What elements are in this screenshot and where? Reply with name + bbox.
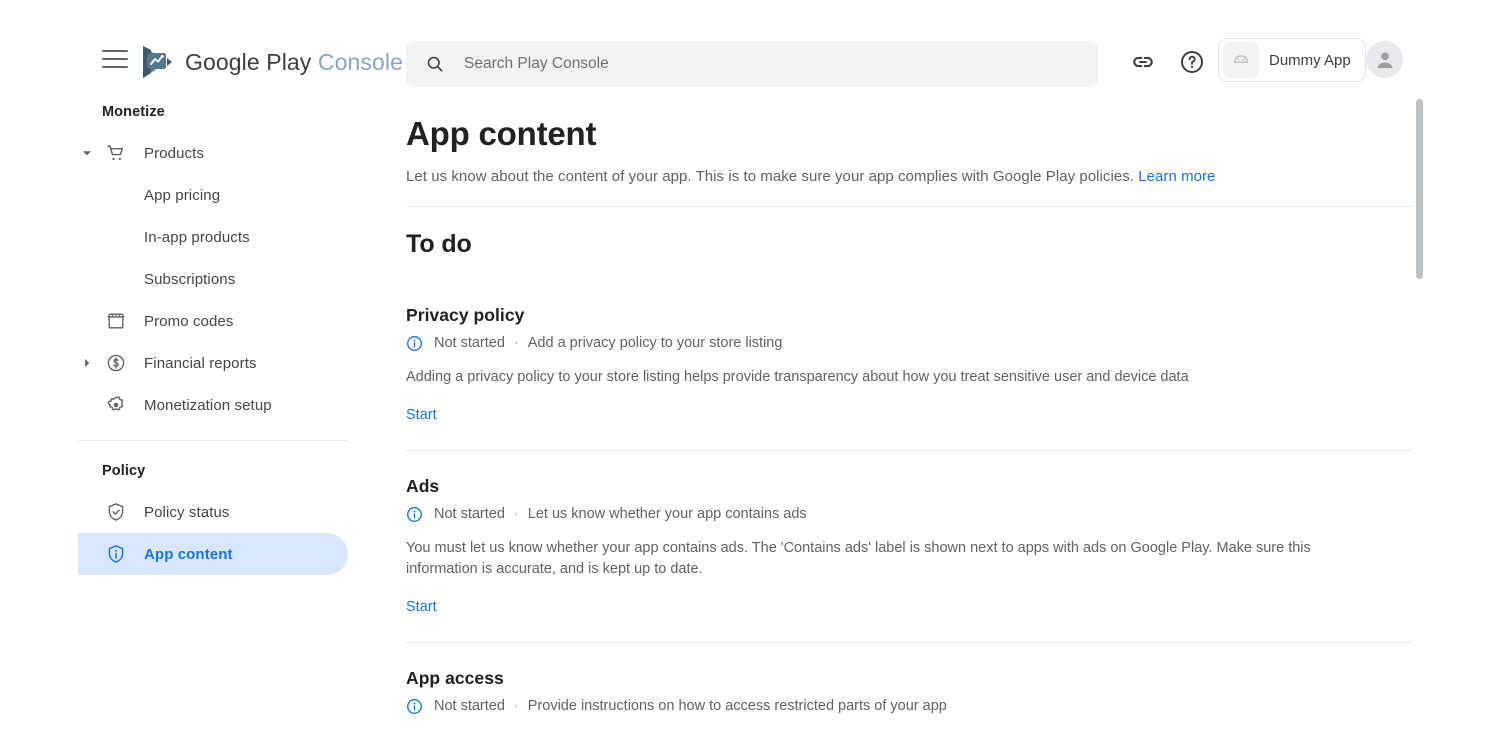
- brand-title-secondary: Console: [318, 49, 403, 75]
- search-bar[interactable]: [406, 41, 1098, 87]
- task-status-label: Not started: [434, 506, 505, 522]
- sidebar-item-label: Policy status: [78, 504, 230, 521]
- task-card-privacy-policy: Privacy policy Not started · Add a priva…: [406, 280, 1500, 451]
- task-status-label: Not started: [434, 335, 505, 351]
- caret-right-icon[interactable]: [80, 356, 94, 370]
- brand-title-primary: Google Play: [185, 49, 311, 75]
- info-circle-icon: [406, 698, 423, 715]
- sidebar-item-label: In-app products: [78, 229, 250, 246]
- sidebar-item-policy-status[interactable]: Policy status: [78, 491, 348, 533]
- sidebar-section-title-monetize: Monetize: [0, 104, 380, 120]
- task-title: App access: [406, 668, 1500, 689]
- task-summary: Let us know whether your app contains ad…: [528, 506, 807, 522]
- header-divider: [406, 206, 1412, 207]
- task-description: You must let us know whether your app co…: [406, 538, 1354, 580]
- play-console-app: Google Play Console: [0, 0, 1500, 750]
- task-description: Adding a privacy policy to your store li…: [406, 367, 1354, 388]
- sidebar-item-label: Subscriptions: [78, 271, 235, 288]
- task-status-label: Not started: [434, 698, 505, 714]
- task-status-separator: ·: [514, 698, 519, 714]
- sidebar-item-products[interactable]: Products: [78, 132, 348, 174]
- task-start-button[interactable]: Start: [406, 599, 437, 615]
- sidebar-item-label: Products: [78, 145, 204, 162]
- sidebar-item-promo-codes[interactable]: Promo codes: [78, 300, 348, 342]
- sidebar-item-label: App pricing: [78, 187, 220, 204]
- brand-title: Google Play Console: [185, 49, 403, 76]
- info-circle-icon: [406, 335, 423, 352]
- task-title: Ads: [406, 476, 1500, 497]
- search-input[interactable]: [462, 49, 1022, 79]
- sidebar-item-label: Promo codes: [78, 313, 233, 330]
- sidebar-item-app-pricing[interactable]: App pricing: [78, 174, 348, 216]
- sidebar-item-app-content[interactable]: App content: [78, 533, 348, 575]
- android-robot-icon: [1223, 42, 1259, 78]
- task-card-ads: Ads Not started · Let us know whether yo…: [406, 451, 1500, 643]
- caret-down-icon[interactable]: [80, 146, 94, 160]
- page-subtitle-text: Let us know about the content of your ap…: [406, 168, 1134, 185]
- info-circle-icon: [406, 506, 423, 523]
- task-start-button[interactable]: Start: [406, 407, 437, 423]
- section-title-to-do: To do: [406, 230, 1500, 259]
- main-content: App content Let us know about the conten…: [380, 96, 1500, 750]
- help-circle-icon[interactable]: [1178, 48, 1206, 76]
- sidebar-item-in-app-products[interactable]: In-app products: [78, 216, 348, 258]
- page-subtitle: Let us know about the content of your ap…: [406, 168, 1500, 185]
- link-icon[interactable]: [1129, 48, 1157, 76]
- sidebar-item-subscriptions[interactable]: Subscriptions: [78, 258, 348, 300]
- vertical-scrollbar-track[interactable]: [1415, 96, 1423, 750]
- task-status: Not started · Provide instructions on ho…: [406, 698, 1500, 715]
- app-selector-chip[interactable]: Dummy App: [1218, 38, 1366, 82]
- task-title: Privacy policy: [406, 305, 1500, 326]
- sidebar-divider: [78, 440, 348, 441]
- sidebar-section-title-policy: Policy: [0, 463, 380, 479]
- vertical-scrollbar-thumb[interactable]: [1416, 99, 1423, 279]
- app-selector-label: Dummy App: [1269, 52, 1351, 69]
- shield-check-icon: [104, 500, 128, 524]
- learn-more-link[interactable]: Learn more: [1138, 168, 1215, 185]
- google-play-console-logo-icon: [141, 44, 175, 80]
- brand-logo-link[interactable]: Google Play Console: [141, 44, 403, 80]
- search-icon: [425, 54, 445, 74]
- sidebar-item-label: App content: [78, 546, 233, 563]
- task-status: Not started · Add a privacy policy to yo…: [406, 335, 1500, 352]
- hamburger-menu-icon[interactable]: [102, 50, 130, 72]
- task-status-separator: ·: [514, 335, 519, 351]
- task-status: Not started · Let us know whether your a…: [406, 506, 1500, 523]
- left-sidebar-nav: Monetize Products App pricing In-app pro…: [0, 96, 380, 750]
- page-title: App content: [406, 115, 1500, 153]
- task-summary: Add a privacy policy to your store listi…: [528, 335, 783, 351]
- task-card-app-access: App access Not started · Provide instruc…: [406, 643, 1500, 715]
- user-avatar-icon[interactable]: [1366, 41, 1403, 78]
- sidebar-item-monetization-setup[interactable]: Monetization setup: [78, 384, 348, 426]
- task-summary: Provide instructions on how to access re…: [528, 698, 947, 714]
- task-status-separator: ·: [514, 506, 519, 522]
- shield-info-icon: [104, 542, 128, 566]
- dollar-circle-icon: [104, 351, 128, 375]
- gear-icon: [104, 393, 128, 417]
- shopping-cart-icon: [104, 141, 128, 165]
- top-app-bar: Google Play Console: [0, 0, 1500, 96]
- sidebar-item-financial-reports[interactable]: Financial reports: [78, 342, 348, 384]
- storefront-icon: [104, 309, 128, 333]
